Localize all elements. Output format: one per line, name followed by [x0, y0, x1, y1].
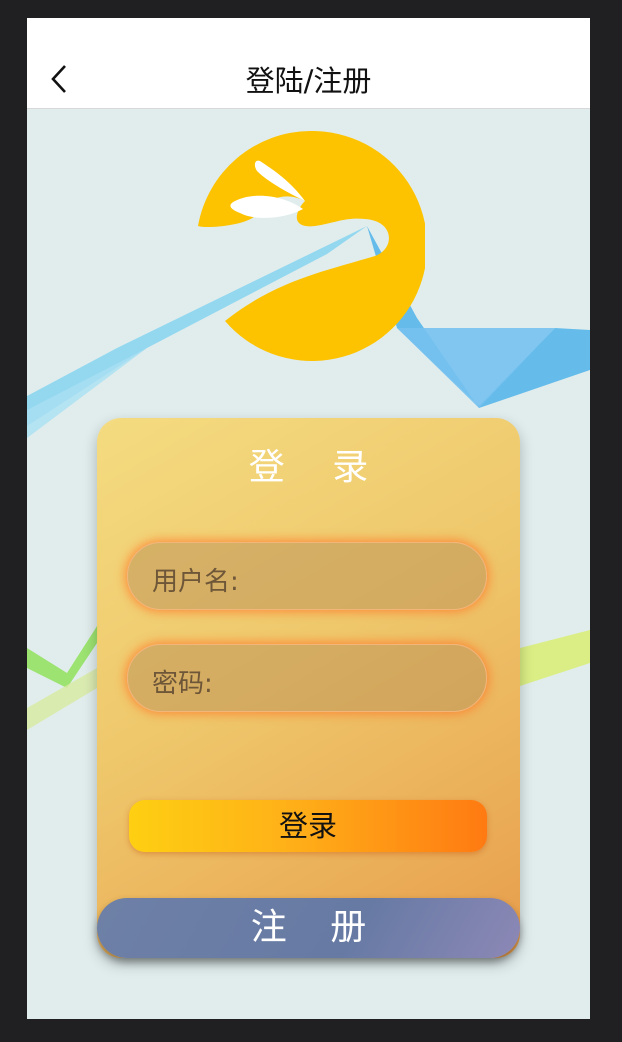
register-button[interactable]: 注 册 [97, 898, 520, 958]
login-card-title: 登 录 [248, 447, 387, 488]
login-button[interactable]: 登录 [129, 800, 487, 852]
password-label: 密码: [152, 669, 213, 699]
rabbit-logo [198, 131, 425, 361]
page-title: 登陆/注册 [245, 64, 372, 98]
top-bar: 登陆/注册 [27, 18, 590, 109]
app-screen: 登陆/注册 登 录 用户名: 密码: 登录 注 册 [27, 18, 590, 1019]
username-field[interactable]: 用户名: [127, 542, 487, 610]
login-card: 登 录 用户名: 密码: 登录 [97, 418, 520, 958]
username-label: 用户名: [152, 567, 239, 597]
password-input[interactable] [238, 657, 472, 701]
password-field[interactable]: 密码: [127, 644, 487, 712]
lime-ribbon [520, 630, 590, 686]
username-input[interactable] [238, 555, 472, 599]
